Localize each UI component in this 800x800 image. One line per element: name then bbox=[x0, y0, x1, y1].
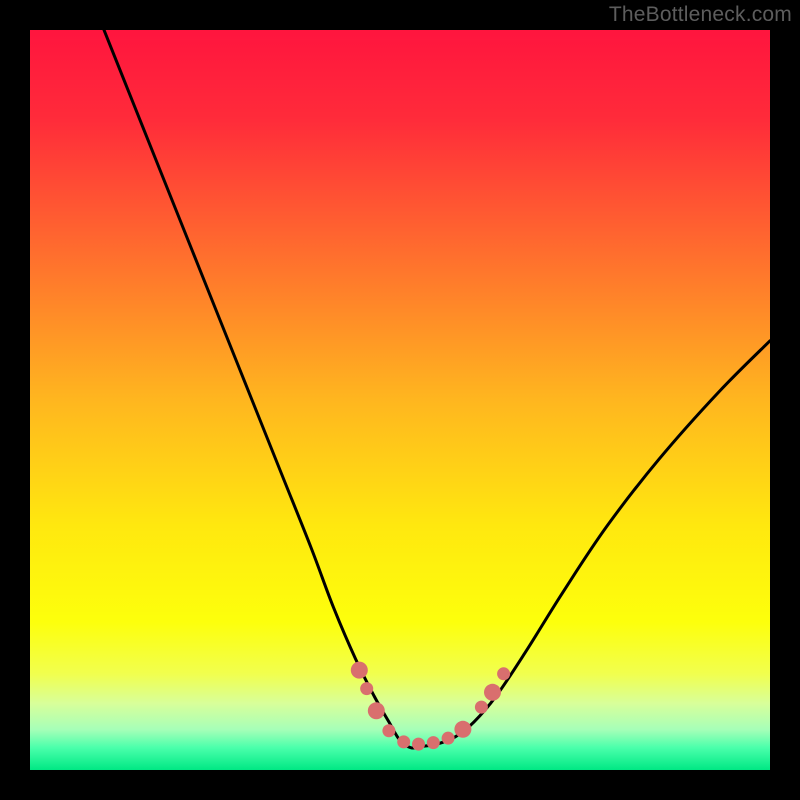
data-markers bbox=[351, 662, 510, 751]
data-marker bbox=[351, 662, 368, 679]
curve-layer bbox=[30, 30, 770, 770]
plot-area bbox=[30, 30, 770, 770]
bottleneck-curve bbox=[104, 30, 770, 748]
data-marker bbox=[427, 736, 440, 749]
chart-frame: TheBottleneck.com bbox=[0, 0, 800, 800]
data-marker bbox=[368, 702, 385, 719]
data-marker bbox=[442, 732, 455, 745]
data-marker bbox=[382, 724, 395, 737]
data-marker bbox=[475, 701, 488, 714]
data-marker bbox=[497, 667, 510, 680]
data-marker bbox=[397, 735, 410, 748]
data-marker bbox=[412, 738, 425, 751]
watermark-text: TheBottleneck.com bbox=[609, 3, 792, 27]
data-marker bbox=[484, 684, 501, 701]
data-marker bbox=[360, 682, 373, 695]
data-marker bbox=[454, 721, 471, 738]
